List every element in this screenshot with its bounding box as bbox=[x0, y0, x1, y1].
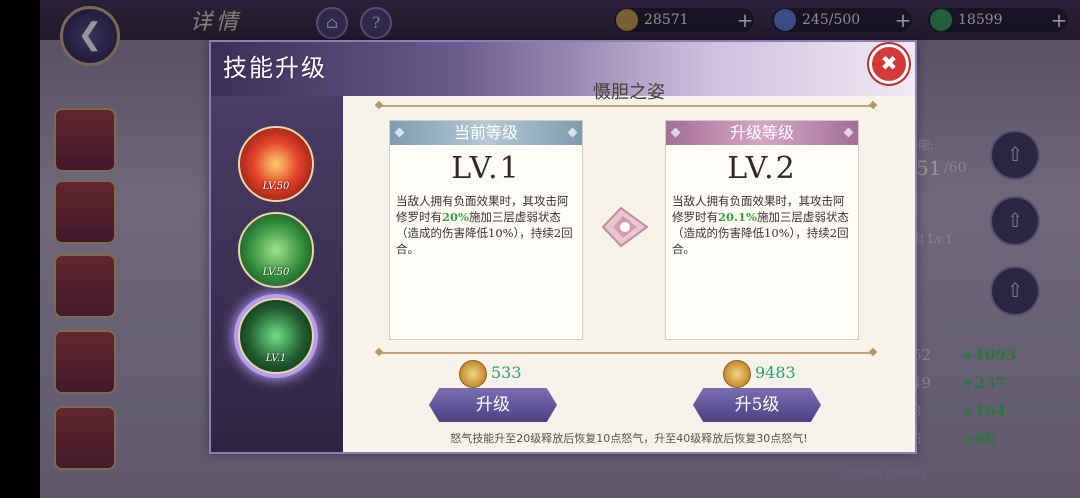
current-level-box: 当前等级 LV.1 当敌人拥有负面效果时，其攻击阿修罗时有20%施加三层虚弱状态… bbox=[389, 120, 583, 340]
silhouette-check-icon[interactable]: LV.1 bbox=[238, 298, 314, 374]
skill-upgrade-dialog: 技能升级 ✖ LV.50 LV.50 LV.1 慑胆之姿 当前等级 LV.1 当… bbox=[209, 40, 917, 454]
upgrade5-cost: 9483 bbox=[723, 360, 796, 388]
upgrade-button[interactable]: 升级 bbox=[429, 388, 557, 422]
dialog-title: 技能升级 bbox=[223, 54, 327, 82]
current-level-description: 当敌人拥有负面效果时，其攻击阿修罗时有20%施加三层虚弱状态（造成的伤害降低10… bbox=[396, 194, 573, 256]
current-level-value: LV.1 bbox=[451, 151, 521, 186]
skill-level: LV.50 bbox=[262, 267, 290, 278]
skill-level: LV.50 bbox=[262, 181, 290, 192]
rage-note: 怒气技能升至20级释放后恢复10点怒气，升至40级释放后恢复30点怒气! bbox=[450, 432, 808, 445]
skill-level: LV.1 bbox=[265, 353, 287, 364]
next-level-box: 升级等级 LV.2 当敌人拥有负面效果时，其攻击阿修罗时有20.1%施加三层虚弱… bbox=[665, 120, 859, 340]
upgrade-5-button[interactable]: 升5级 bbox=[693, 388, 821, 422]
gold-coin-icon bbox=[723, 360, 751, 388]
skill-list: LV.50 LV.50 LV.1 bbox=[211, 96, 343, 452]
divider bbox=[379, 352, 873, 354]
shield-icon[interactable]: LV.50 bbox=[238, 212, 314, 288]
fire-vortex-icon[interactable]: LV.50 bbox=[238, 126, 314, 202]
current-level-header: 当前等级 bbox=[390, 121, 582, 145]
skill-name: 慑胆之姿 bbox=[593, 82, 665, 103]
upgrade-cost: 533 bbox=[459, 360, 522, 388]
next-level-value: LV.2 bbox=[727, 151, 797, 186]
gold-coin-icon bbox=[459, 360, 487, 388]
upgrade-arrow-icon bbox=[601, 206, 649, 248]
next-level-description: 当敌人拥有负面效果时，其攻击阿修罗时有20.1%施加三层虚弱状态（造成的伤害降低… bbox=[672, 194, 849, 256]
divider bbox=[379, 105, 873, 107]
next-level-header: 升级等级 bbox=[666, 121, 858, 145]
